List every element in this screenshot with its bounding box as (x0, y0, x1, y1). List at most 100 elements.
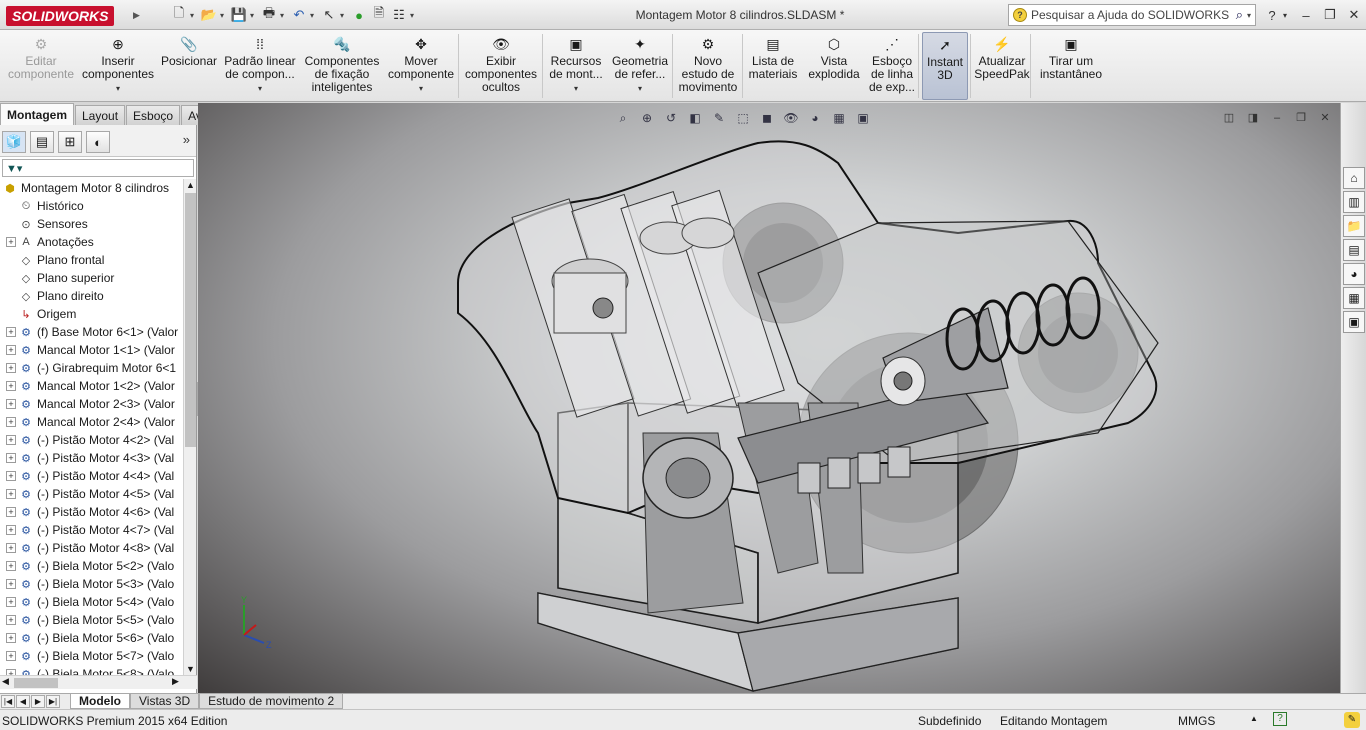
units-status[interactable]: MMGS (1178, 714, 1215, 728)
tree-item[interactable]: + ⚙ (-) Biela Motor 5<7> (Valo (0, 647, 182, 665)
scroll-right-icon[interactable]: ▶ (172, 676, 179, 687)
expand-toggle-icon[interactable]: + (6, 561, 16, 571)
rebuild-icon[interactable]: ● (350, 6, 368, 24)
help-status-icon[interactable]: ? (1273, 712, 1287, 726)
split-view-left-icon[interactable]: ◫ (1222, 111, 1236, 125)
ribbon-button-motion-study[interactable]: ⚙ Novo estudo de movimento (676, 32, 740, 100)
chevron-down-icon[interactable]: ▾ (1247, 11, 1255, 20)
expand-toggle-icon[interactable]: + (6, 651, 16, 661)
chevron-down-icon[interactable]: ▾ (258, 82, 262, 95)
expand-toggle-icon[interactable]: + (6, 507, 16, 517)
tree-item[interactable]: + ⚙ (-) Pistão Motor 4<4> (Val (0, 467, 182, 485)
chevron-down-icon[interactable]: ▾ (190, 11, 198, 20)
ribbon-button-bom[interactable]: ▤ Lista de materiais (746, 32, 800, 100)
chevron-up-icon[interactable]: ▲ (1250, 714, 1258, 723)
ribbon-button-snapshot[interactable]: ▣ Tirar um instantâneo (1034, 32, 1108, 100)
tree-item[interactable]: ◇ Plano superior (0, 269, 182, 287)
tree-item[interactable]: + ⚙ (f) Base Motor 6<1> (Valor (0, 323, 182, 341)
ribbon-button-show-hidden[interactable]: 👁 Exibir componentes ocultos (462, 32, 540, 100)
view-orientation-icon[interactable]: ⬚ (734, 109, 752, 127)
tree-item[interactable]: + ⚙ (-) Pistão Motor 4<8> (Val (0, 539, 182, 557)
dynamic-annotation-icon[interactable]: ✎ (710, 109, 728, 127)
expand-toggle-icon[interactable]: + (6, 327, 16, 337)
tree-item[interactable]: + ⚙ (-) Biela Motor 5<2> (Valo (0, 557, 182, 575)
appearances-icon[interactable]: ◕ (1343, 263, 1365, 285)
ribbon-button-move-component[interactable]: ✥ Mover componente ▾ (386, 32, 456, 100)
chevron-down-icon[interactable]: ▾ (310, 11, 318, 20)
scroll-down-icon[interactable]: ▼ (186, 664, 195, 674)
tree-item[interactable]: ◇ Plano direito (0, 287, 182, 305)
tree-item[interactable]: + ⚙ Mancal Motor 2<3> (Valor (0, 395, 182, 413)
chevron-down-icon[interactable]: ▾ (116, 82, 120, 95)
new-document-icon[interactable]: 🗋 (170, 5, 188, 24)
close-button[interactable]: ✕ (1344, 6, 1364, 24)
tree-item[interactable]: + A Anotações (0, 233, 182, 251)
options-icon[interactable]: ☷ (390, 6, 408, 24)
view-palette-icon[interactable]: ▤ (1343, 239, 1365, 261)
expand-toggle-icon[interactable]: + (6, 345, 16, 355)
last-tab-icon[interactable]: ▶| (46, 695, 60, 708)
tree-horizontal-scrollbar[interactable]: ◀ ▶ (0, 675, 197, 689)
open-folder-icon[interactable]: 📂 (200, 6, 218, 24)
home-icon[interactable]: ⌂ (1343, 167, 1365, 189)
feature-manager-tab-icon[interactable]: 🧊 (2, 131, 26, 153)
chevron-down-icon[interactable]: ▾ (410, 11, 418, 20)
select-cursor-icon[interactable]: ↖ (320, 6, 338, 24)
expand-panel-icon[interactable]: » (183, 132, 190, 147)
expand-toggle-icon[interactable]: + (6, 615, 16, 625)
ribbon-button-assembly-features[interactable]: ▣ Recursos de mont... ▾ (546, 32, 606, 100)
help-search-input[interactable]: Pesquisar a Ajuda do SOLIDWORKS (1031, 8, 1232, 22)
expand-toggle-icon[interactable]: + (6, 543, 16, 553)
view-settings-icon[interactable]: ▣ (854, 109, 872, 127)
resources-icon[interactable]: ▥ (1343, 191, 1365, 213)
prev-tab-icon[interactable]: ◀ (16, 695, 30, 708)
viewport-minimize-icon[interactable]: – (1270, 111, 1284, 125)
print-icon[interactable]: 🖶 (260, 5, 278, 24)
display-style-icon[interactable]: ◼ (758, 109, 776, 127)
tab-vistas-3d[interactable]: Vistas 3D (130, 694, 200, 709)
minimize-button[interactable]: – (1296, 6, 1316, 24)
property-manager-tab-icon[interactable]: ▤ (30, 131, 54, 153)
custom-properties-icon[interactable]: ▦ (1343, 287, 1365, 309)
tree-item[interactable]: + ⚙ (-) Biela Motor 5<4> (Valo (0, 593, 182, 611)
expand-toggle-icon[interactable]: + (6, 471, 16, 481)
filter-icon[interactable]: ▼▾ (6, 162, 22, 175)
display-manager-tab-icon[interactable]: ◐ (86, 131, 110, 153)
help-search-box[interactable]: ? Pesquisar a Ajuda do SOLIDWORKS ⌕ ▾ (1008, 4, 1256, 26)
next-tab-icon[interactable]: ▶ (31, 695, 45, 708)
split-view-right-icon[interactable]: ◨ (1246, 111, 1260, 125)
tree-item[interactable]: + ⚙ (-) Biela Motor 5<8> (Valo (0, 665, 182, 675)
tree-item[interactable]: + ⚙ (-) Biela Motor 5<6> (Valo (0, 629, 182, 647)
tab-estudo-de-movimento-2[interactable]: Estudo de movimento 2 (199, 694, 344, 709)
expand-toggle-icon[interactable]: + (6, 363, 16, 373)
tree-item[interactable]: + ⚙ (-) Pistão Motor 4<6> (Val (0, 503, 182, 521)
tree-item[interactable]: ⊙ Sensores (0, 215, 182, 233)
ribbon-button-speedpak[interactable]: ⚡ Atualizar SpeedPak (974, 32, 1030, 100)
tree-item[interactable]: + ⚙ (-) Girabrequim Motor 6<1 (0, 359, 182, 377)
viewport-restore-icon[interactable]: ❐ (1294, 111, 1308, 125)
expand-toggle-icon[interactable]: + (6, 579, 16, 589)
save-icon[interactable]: 💾 (230, 6, 248, 24)
ribbon-button-mate[interactable]: 📎 Posicionar (160, 32, 218, 100)
solidworks-logo[interactable]: SOLIDWORKS (6, 6, 115, 26)
tree-item[interactable]: + ⚙ Mancal Motor 2<4> (Valor (0, 413, 182, 431)
tab-montagem[interactable]: Montagem (0, 103, 74, 125)
forum-icon[interactable]: ▣ (1343, 311, 1365, 333)
tab-esbo-o[interactable]: Esboço (126, 105, 181, 125)
chevron-down-icon[interactable]: ▾ (220, 11, 228, 20)
tree-filter-field[interactable]: ▼▾ (2, 159, 194, 177)
chevron-down-icon[interactable]: ▾ (340, 11, 348, 20)
expand-toggle-icon[interactable]: + (6, 381, 16, 391)
chevron-down-icon[interactable]: ▾ (638, 82, 642, 95)
graphics-area[interactable]: Y Z ⌕ ⊕ ↺ ◧ ✎ ⬚ ◼ 👁 ◕ ▦ ▣ ◫ ◨ – ❐ ✕ (198, 103, 1340, 693)
tree-item[interactable]: + ⚙ (-) Pistão Motor 4<3> (Val (0, 449, 182, 467)
tab-modelo[interactable]: Modelo (70, 694, 130, 709)
rebuild-status-icon[interactable]: ✎ (1344, 712, 1360, 728)
expand-toggle-icon[interactable]: + (6, 417, 16, 427)
ribbon-button-instant3d[interactable]: ➚ Instant 3D (922, 32, 968, 100)
undo-icon[interactable]: ↶ (290, 6, 308, 24)
zoom-to-area-icon[interactable]: ⊕ (638, 109, 656, 127)
file-explorer-icon[interactable]: 📁 (1343, 215, 1365, 237)
expand-toggle-icon[interactable]: + (6, 633, 16, 643)
help-icon[interactable]: ? (1262, 6, 1282, 24)
